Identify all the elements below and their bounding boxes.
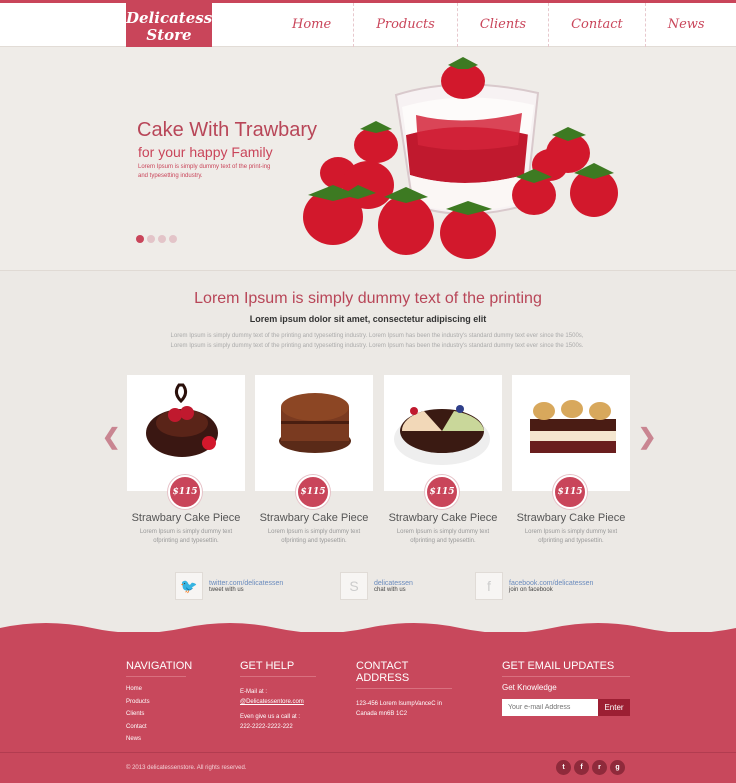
product-title[interactable]: Strawbary Cake Piece (117, 512, 255, 524)
price-badge: $115 (553, 475, 587, 509)
carousel-next-icon[interactable]: ❯ (638, 424, 656, 450)
help-call-label: Even give us a call at : (240, 714, 301, 720)
product-card[interactable]: $115 Strawbary Cake Piece Lorem Ipsum is… (255, 375, 373, 544)
facebook-icon[interactable]: f (475, 572, 503, 600)
product-image: $115 (512, 375, 630, 509)
price-badge: $115 (296, 475, 330, 509)
product-description: Lorem Ipsum is simply dummy text ofprint… (524, 529, 618, 544)
footer-navigation: NAVIGATION Home Products Clients Contact… (126, 660, 192, 746)
footer-heading: NAVIGATION (126, 660, 192, 677)
hero-text: Lorem Ipsum is simply dummy text of the … (138, 164, 271, 179)
email-input[interactable] (502, 699, 598, 716)
product-image: $115 (127, 375, 245, 509)
product-description: Lorem Ipsum is simply dummy text ofprint… (139, 529, 233, 544)
strawberry-dessert-image (303, 57, 618, 259)
footer-link-news[interactable]: News (126, 733, 186, 746)
rss-icon[interactable]: r (592, 760, 607, 775)
updates-subtitle: Get Knowledge (502, 683, 557, 692)
price-badge: $115 (168, 475, 202, 509)
product-title[interactable]: Strawbary Cake Piece (502, 512, 640, 524)
carousel-prev-icon[interactable]: ❮ (102, 424, 120, 450)
product-title[interactable]: Strawbary Cake Piece (374, 512, 512, 524)
social-link[interactable]: twitter.com/delicatessen (209, 580, 283, 587)
product-card[interactable]: $115 Strawbary Cake Piece Lorem Ipsum is… (127, 375, 245, 544)
footer-social-icons: t f r g (556, 760, 625, 775)
help-phone: 222-2222-2222-222 (240, 724, 293, 730)
product-image: $115 (384, 375, 502, 509)
footer-heading: GET HELP (240, 660, 316, 677)
logo-line1: Delicatessen (126, 9, 233, 27)
footer-updates: GET EMAIL UPDATES Get Knowledge Enter (502, 660, 630, 716)
slider-dot-2[interactable] (147, 235, 155, 243)
footer-address: CONTACT ADDRESS 123-456 Lorem IsumpVance… (356, 660, 452, 719)
social-link[interactable]: facebook.com/delicatessen (509, 580, 593, 587)
hero-title: Cake With Trawbary (137, 119, 318, 141)
social-twitter[interactable]: 🐦 twitter.com/delicatessen tweet with us (175, 572, 283, 600)
intro-text: Lorem Ipsum is simply dummy text of the … (170, 333, 584, 349)
nav-home[interactable]: Home (270, 3, 353, 47)
intro-title: Lorem Ipsum is simply dummy text of the … (194, 290, 542, 307)
twitter-icon[interactable]: 🐦 (175, 572, 203, 600)
footer-link-contact[interactable]: Contact (126, 721, 186, 734)
product-description: Lorem Ipsum is simply dummy text ofprint… (267, 529, 361, 544)
social-sub: chat with us (374, 586, 406, 593)
social-link[interactable]: delicatessen (374, 580, 413, 587)
footer-heading: GET EMAIL UPDATES (502, 660, 630, 677)
price-badge: $115 (425, 475, 459, 509)
product-card[interactable]: $115 Strawbary Cake Piece Lorem Ipsum is… (384, 375, 502, 544)
copyright: © 2013 delicatessenstore. All rights res… (126, 765, 247, 771)
product-image: $115 (255, 375, 373, 509)
twitter-icon[interactable]: t (556, 760, 571, 775)
nav-news[interactable]: News (644, 3, 727, 47)
address-text: 123-456 Lorem IsumpVanceC in Canada mn6B… (356, 701, 442, 717)
slider-dots (136, 235, 177, 243)
skype-icon[interactable]: S (340, 572, 368, 600)
social-skype[interactable]: S delicatessen chat with us (340, 572, 413, 600)
enter-button[interactable]: Enter (598, 699, 630, 716)
product-title[interactable]: Strawbary Cake Piece (245, 512, 383, 524)
footer-heading: CONTACT ADDRESS (356, 660, 452, 689)
footer-link-products[interactable]: Products (126, 696, 186, 709)
facebook-icon[interactable]: f (574, 760, 589, 775)
hero-subtitle: for your happy Family (138, 144, 273, 160)
google-plus-icon[interactable]: g (610, 760, 625, 775)
footer-divider (0, 752, 736, 753)
nav-contact[interactable]: Contact (548, 3, 645, 47)
footer-link-home[interactable]: Home (126, 683, 186, 696)
intro-subtitle: Lorem ipsum dolor sit amet, consectetur … (249, 314, 487, 324)
logo-line2: Store (146, 26, 192, 44)
help-email[interactable]: @Delicatessentore.com (240, 697, 316, 707)
social-sub: join on facebook (509, 586, 553, 593)
product-card[interactable]: $115 Strawbary Cake Piece Lorem Ipsum is… (512, 375, 630, 544)
social-sub: tweet with us (209, 586, 244, 593)
footer-link-clients[interactable]: Clients (126, 708, 186, 721)
slider-dot-4[interactable] (169, 235, 177, 243)
slider-dot-1[interactable] (136, 235, 144, 243)
slider-dot-3[interactable] (158, 235, 166, 243)
footer-help: GET HELP E-Mail at : @Delicatessentore.c… (240, 660, 316, 732)
nav-clients[interactable]: Clients (456, 3, 548, 47)
help-email-label: E-Mail at : (240, 689, 268, 695)
social-facebook[interactable]: f facebook.com/delicatessen join on face… (475, 572, 593, 600)
nav-products[interactable]: Products (353, 3, 457, 47)
main-nav: Home Products Clients Contact News (270, 3, 727, 47)
product-description: Lorem Ipsum is simply dummy text ofprint… (396, 529, 490, 544)
